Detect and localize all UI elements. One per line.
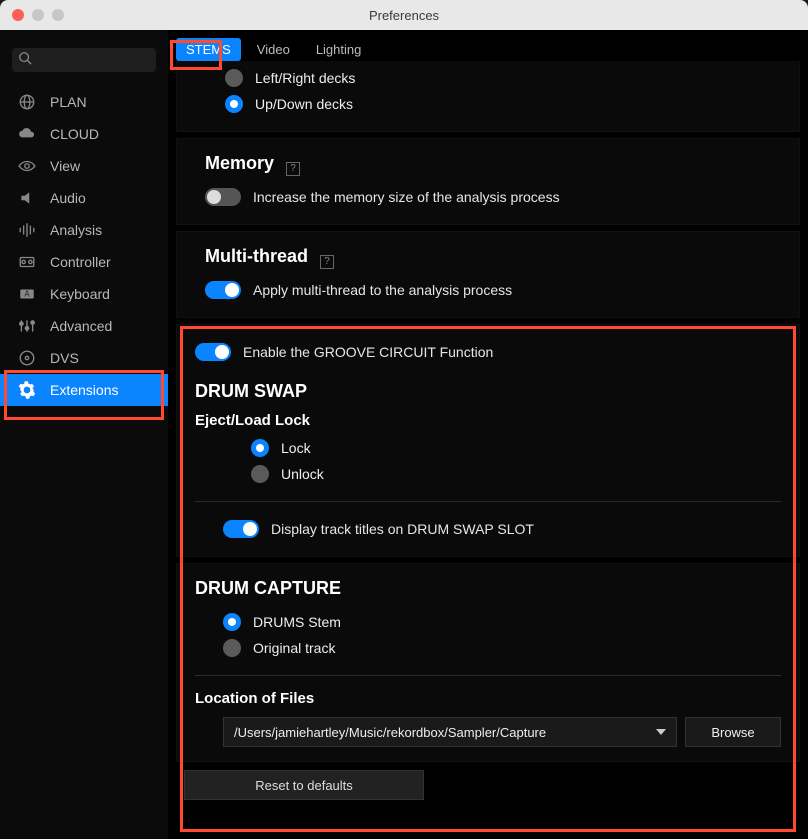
sidebar-item-extensions[interactable]: Extensions <box>0 374 168 406</box>
sidebar-item-label: DVS <box>50 350 79 366</box>
toggle-label: Apply multi-thread to the analysis proce… <box>253 282 512 298</box>
speaker-icon <box>18 189 36 207</box>
sidebar-item-plan[interactable]: PLAN <box>0 86 168 118</box>
content-area: Left/Right decks Up/Down decks Memory ? <box>168 61 808 836</box>
search-field[interactable] <box>12 48 156 72</box>
radio-lock[interactable] <box>251 439 269 457</box>
file-location-select[interactable]: /Users/jamiehartley/Music/rekordbox/Samp… <box>223 717 677 747</box>
window-controls <box>12 9 64 21</box>
search-input[interactable] <box>38 53 150 67</box>
tab-bar: STEMS Video Lighting <box>168 30 808 61</box>
toggle-memory-size[interactable] <box>205 188 241 206</box>
sidebar-item-label: CLOUD <box>50 126 99 142</box>
toggle-display-track-titles[interactable] <box>223 520 259 538</box>
toggle-label: Increase the memory size of the analysis… <box>253 189 560 205</box>
toggle-label: Display track titles on DRUM SWAP SLOT <box>271 521 534 537</box>
radio-label: Up/Down decks <box>255 96 353 112</box>
toggle-groove-circuit[interactable] <box>195 343 231 361</box>
help-icon[interactable]: ? <box>286 162 300 176</box>
sidebar-item-analysis[interactable]: Analysis <box>0 214 168 246</box>
tab-video[interactable]: Video <box>247 38 300 61</box>
radio-label: Unlock <box>281 466 324 482</box>
sidebar-item-label: Audio <box>50 190 86 206</box>
toggle-multithread[interactable] <box>205 281 241 299</box>
tab-lighting[interactable]: Lighting <box>306 38 372 61</box>
radio-label: Lock <box>281 440 311 456</box>
keyboard-icon: A <box>18 285 36 303</box>
radio-up-down-decks[interactable] <box>225 95 243 113</box>
radio-drums-stem[interactable] <box>223 613 241 631</box>
sidebar-item-label: Analysis <box>50 222 102 238</box>
preferences-window: Preferences PLAN CLOUD View <box>0 0 808 839</box>
main-panel: STEMS Video Lighting Left/Right decks Up… <box>168 30 808 839</box>
close-window-button[interactable] <box>12 9 24 21</box>
radio-unlock[interactable] <box>251 465 269 483</box>
sidebar-item-cloud[interactable]: CLOUD <box>0 118 168 150</box>
multithread-section-title: Multi-thread <box>205 246 308 267</box>
sidebar-item-label: Keyboard <box>50 286 110 302</box>
sliders-icon <box>18 317 36 335</box>
radio-original-track[interactable] <box>223 639 241 657</box>
location-of-files-title: Location of Files <box>195 690 781 707</box>
sidebar-item-label: PLAN <box>50 94 87 110</box>
sidebar-item-audio[interactable]: Audio <box>0 182 168 214</box>
zoom-window-button[interactable] <box>52 9 64 21</box>
gear-icon <box>18 381 36 399</box>
eye-icon <box>18 157 36 175</box>
window-title: Preferences <box>0 8 808 23</box>
toggle-label: Enable the GROOVE CIRCUIT Function <box>243 344 493 360</box>
radio-label: DRUMS Stem <box>253 614 341 630</box>
eject-load-lock-title: Eject/Load Lock <box>195 412 781 429</box>
sidebar-item-advanced[interactable]: Advanced <box>0 310 168 342</box>
tab-stems[interactable]: STEMS <box>176 38 241 61</box>
minimize-window-button[interactable] <box>32 9 44 21</box>
svg-text:A: A <box>24 289 30 298</box>
titlebar: Preferences <box>0 0 808 30</box>
divider <box>195 675 781 676</box>
browse-button[interactable]: Browse <box>685 717 781 747</box>
help-icon[interactable]: ? <box>320 255 334 269</box>
radio-label: Original track <box>253 640 335 656</box>
reset-to-defaults-button[interactable]: Reset to defaults <box>184 770 424 800</box>
radio-left-right-decks[interactable] <box>225 69 243 87</box>
chevron-down-icon <box>656 729 666 735</box>
sidebar-item-controller[interactable]: Controller <box>0 246 168 278</box>
memory-section-title: Memory <box>205 153 274 174</box>
sidebar-item-view[interactable]: View <box>0 150 168 182</box>
globe-icon <box>18 93 36 111</box>
divider <box>195 501 781 502</box>
file-location-path: /Users/jamiehartley/Music/rekordbox/Samp… <box>234 725 546 740</box>
sidebar-item-label: Advanced <box>50 318 112 334</box>
disc-icon <box>18 349 36 367</box>
sidebar-item-label: Extensions <box>50 382 118 398</box>
drum-capture-title: DRUM CAPTURE <box>195 578 781 599</box>
sidebar-item-label: Controller <box>50 254 111 270</box>
window-body: PLAN CLOUD View Audio Analysis Controlle… <box>0 30 808 839</box>
sidebar-item-label: View <box>50 158 80 174</box>
radio-label: Left/Right decks <box>255 70 355 86</box>
drum-swap-title: DRUM SWAP <box>195 381 781 402</box>
sidebar-item-dvs[interactable]: DVS <box>0 342 168 374</box>
waveform-icon <box>18 221 36 239</box>
cloud-icon <box>18 125 36 143</box>
search-icon <box>18 51 32 70</box>
controller-icon <box>18 253 36 271</box>
sidebar: PLAN CLOUD View Audio Analysis Controlle… <box>0 30 168 839</box>
sidebar-item-keyboard[interactable]: A Keyboard <box>0 278 168 310</box>
